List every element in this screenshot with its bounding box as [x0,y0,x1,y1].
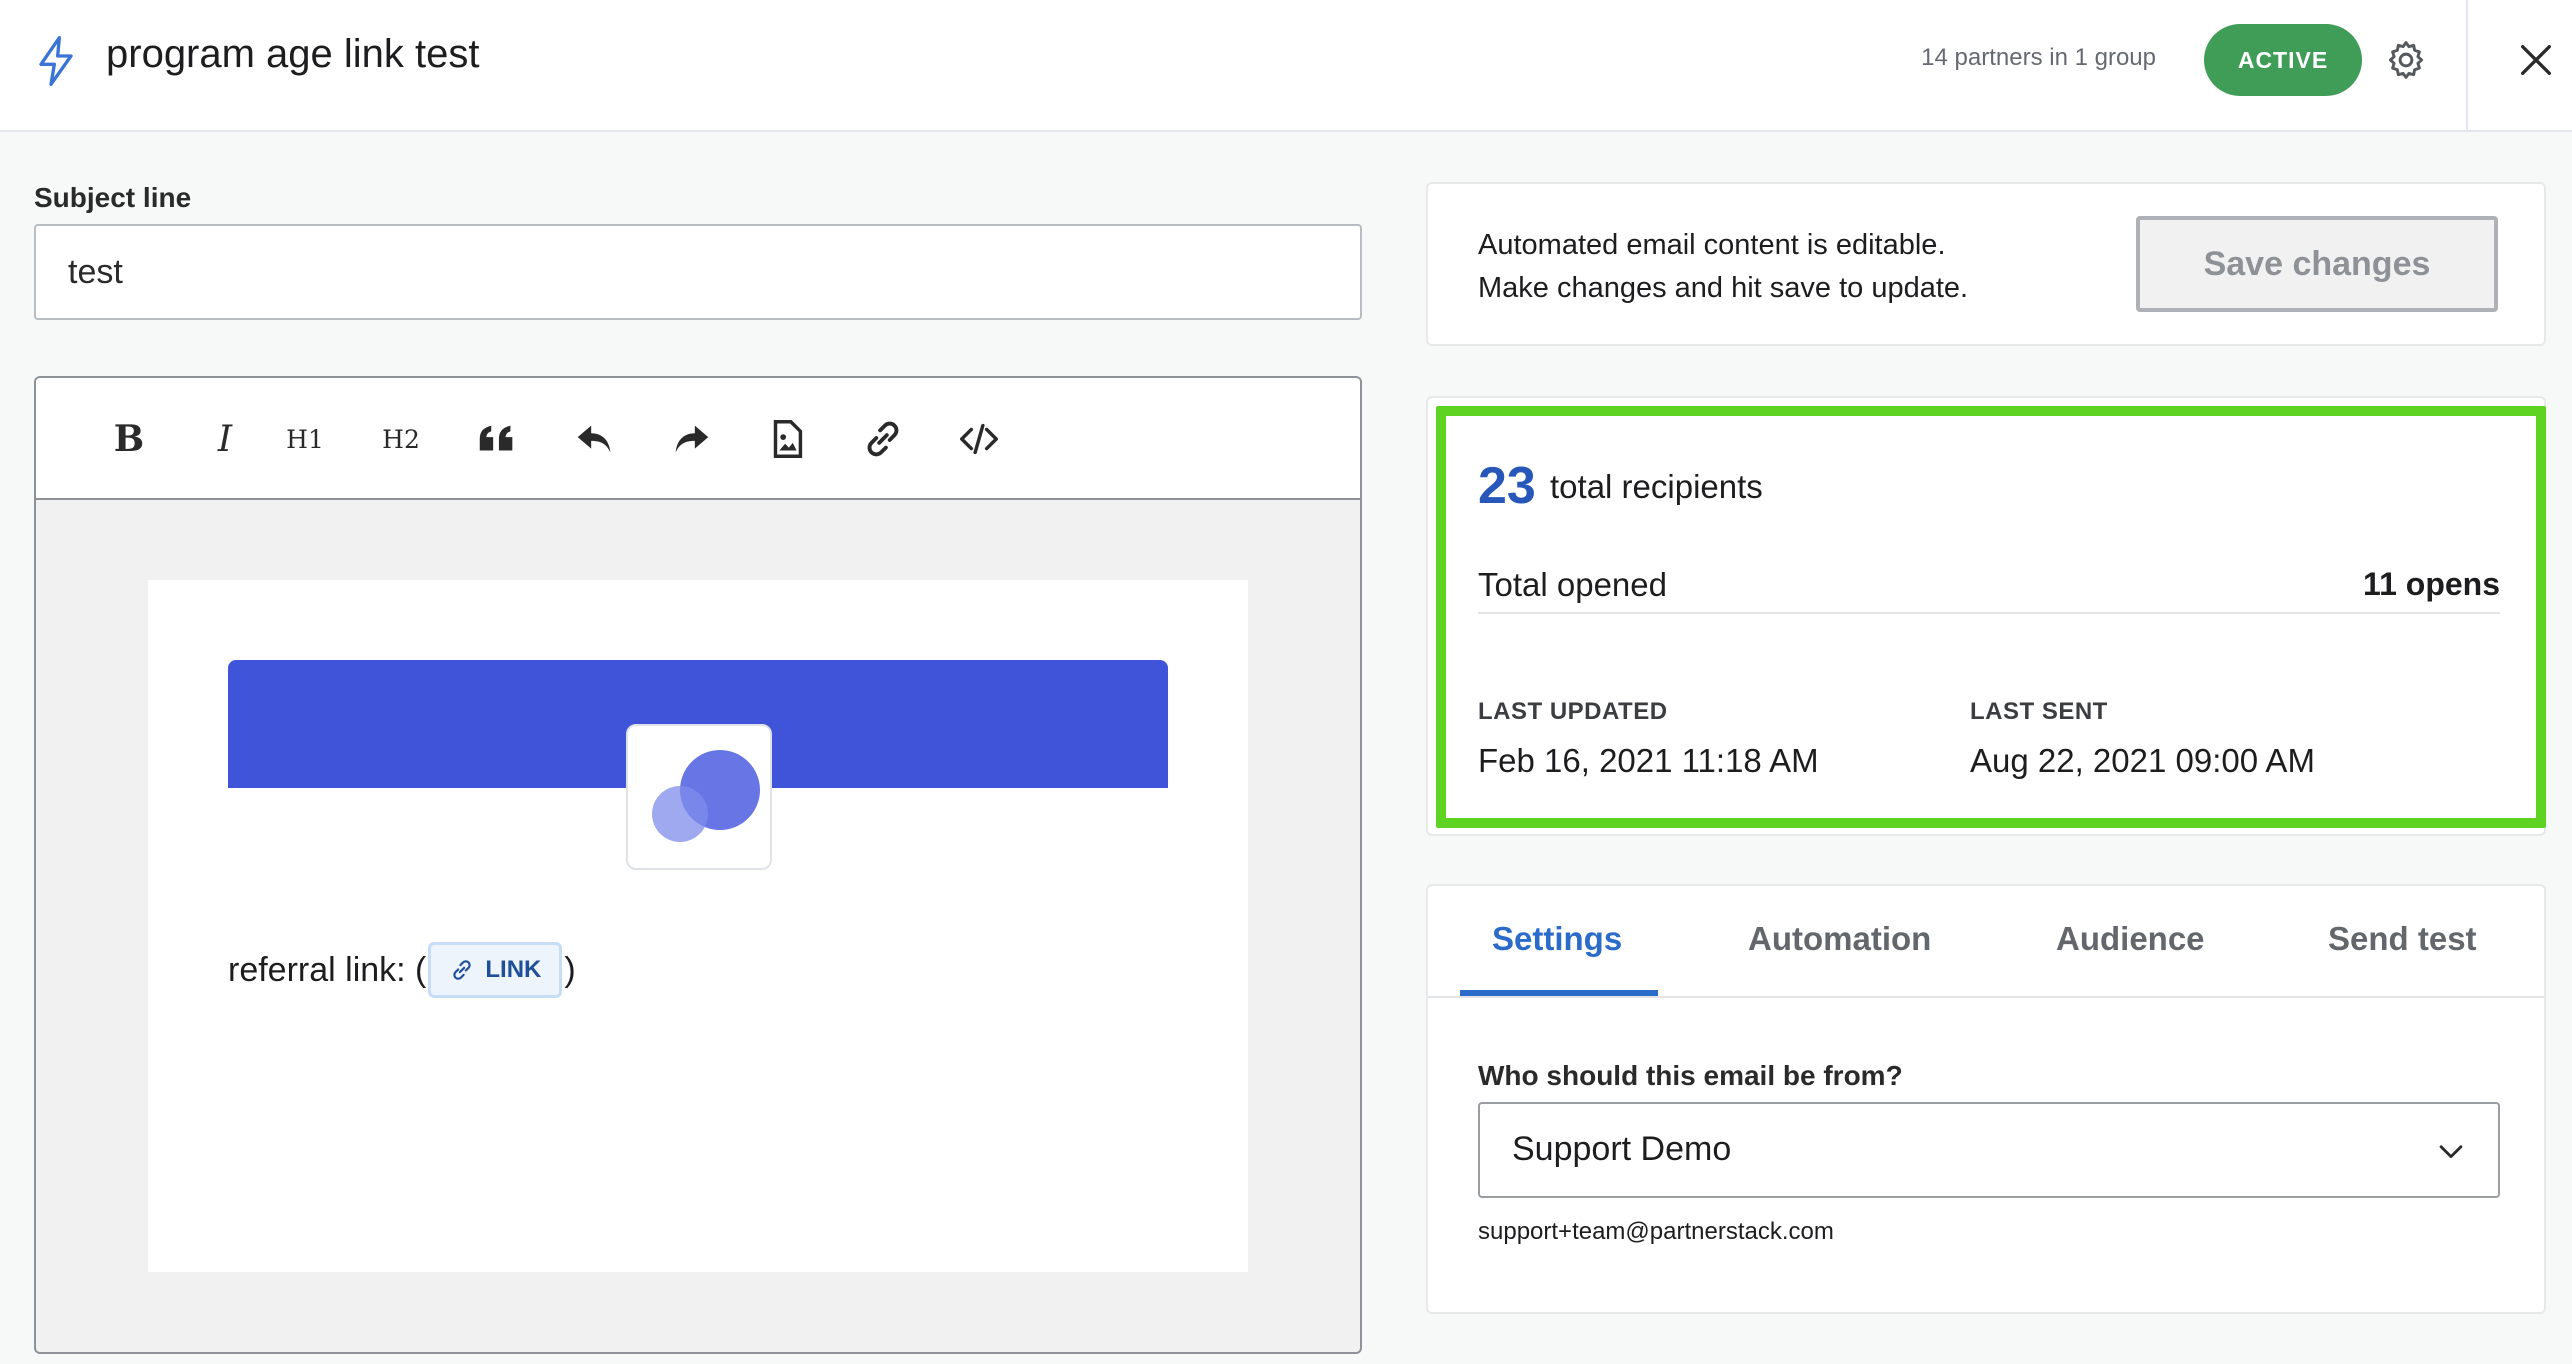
from-email: support+team@partnerstack.com [1478,1218,1834,1245]
status-badge[interactable]: ACTIVE [2204,24,2362,96]
last-sent-value: Aug 22, 2021 09:00 AM [1970,742,2315,779]
link-icon [453,960,472,980]
email-canvas[interactable]: referral link: ( LINK ) [148,580,1248,1272]
h1-button[interactable]: H1 [282,416,328,462]
last-updated-value: Feb 16, 2021 11:18 AM [1478,742,1819,779]
link-chip-label: LINK [485,956,542,983]
info-line-2: Make changes and hit save to update. [1478,272,1969,304]
email-editor: B I H1 H2 referral link: (LINK) [34,376,1362,1354]
total-opened-label: Total opened [1478,566,1667,603]
undo-icon[interactable] [572,416,618,462]
last-updated-label: LAST UPDATED [1478,698,1668,725]
h2-button[interactable]: H2 [378,416,424,462]
link-icon[interactable] [860,416,906,462]
top-header: program age link test 14 partners in 1 g… [0,0,2572,132]
from-label: Who should this email be from? [1478,1060,1903,1091]
total-opened-row: Total opened 11 opens [1478,556,2500,614]
bolt-icon [39,36,73,86]
from-select[interactable]: Support Demo [1478,1102,2500,1198]
brand-logo [626,724,772,870]
active-tab-indicator [1460,990,1658,996]
referral-line: referral link: ( LINK ) [228,942,576,998]
code-icon[interactable] [956,416,1002,462]
gear-icon[interactable] [2384,38,2428,82]
save-changes-button[interactable]: Save changes [2136,216,2498,312]
partners-count: 14 partners in 1 group [1921,44,2156,71]
tab-automation[interactable]: Automation [1748,920,1931,958]
stats-card: 23 total recipients Total opened 11 open… [1426,396,2546,836]
redo-icon[interactable] [668,416,714,462]
image-file-icon[interactable] [764,416,810,462]
total-opened-value: 11 opens [2363,566,2500,602]
referral-suffix: ) [564,950,576,989]
bold-icon[interactable]: B [106,416,152,462]
total-recipients-label: total recipients [1550,468,1763,505]
page-title: program age link test [106,32,480,76]
settings-card: Settings Automation Audience Send test W… [1426,884,2546,1314]
link-chip[interactable]: LINK [428,942,563,998]
close-icon[interactable] [2516,40,2556,80]
subject-line-input[interactable] [34,224,1362,320]
header-divider [2466,0,2468,132]
chevron-down-icon [2439,1145,2463,1159]
info-card: Automated email content is editable. Mak… [1426,182,2546,346]
quote-icon[interactable] [474,416,520,462]
tab-audience[interactable]: Audience [2056,920,2205,958]
subject-line-label: Subject line [34,182,192,213]
tab-settings[interactable]: Settings [1492,920,1622,958]
logo-bubbles-icon [652,750,760,842]
info-text: Automated email content is editable. Mak… [1478,224,1968,310]
tab-bar: Settings Automation Audience Send test [1428,886,2544,998]
last-sent-label: LAST SENT [1970,698,2108,725]
referral-text: referral link: ( [228,950,427,989]
total-recipients-count: 23 [1478,457,1536,515]
from-select-value: Support Demo [1512,1130,1732,1168]
info-line-1: Automated email content is editable. [1478,229,1946,261]
tab-send-test[interactable]: Send test [2328,920,2477,958]
editor-toolbar: B I H1 H2 [36,378,1360,500]
italic-icon[interactable]: I [202,416,248,462]
